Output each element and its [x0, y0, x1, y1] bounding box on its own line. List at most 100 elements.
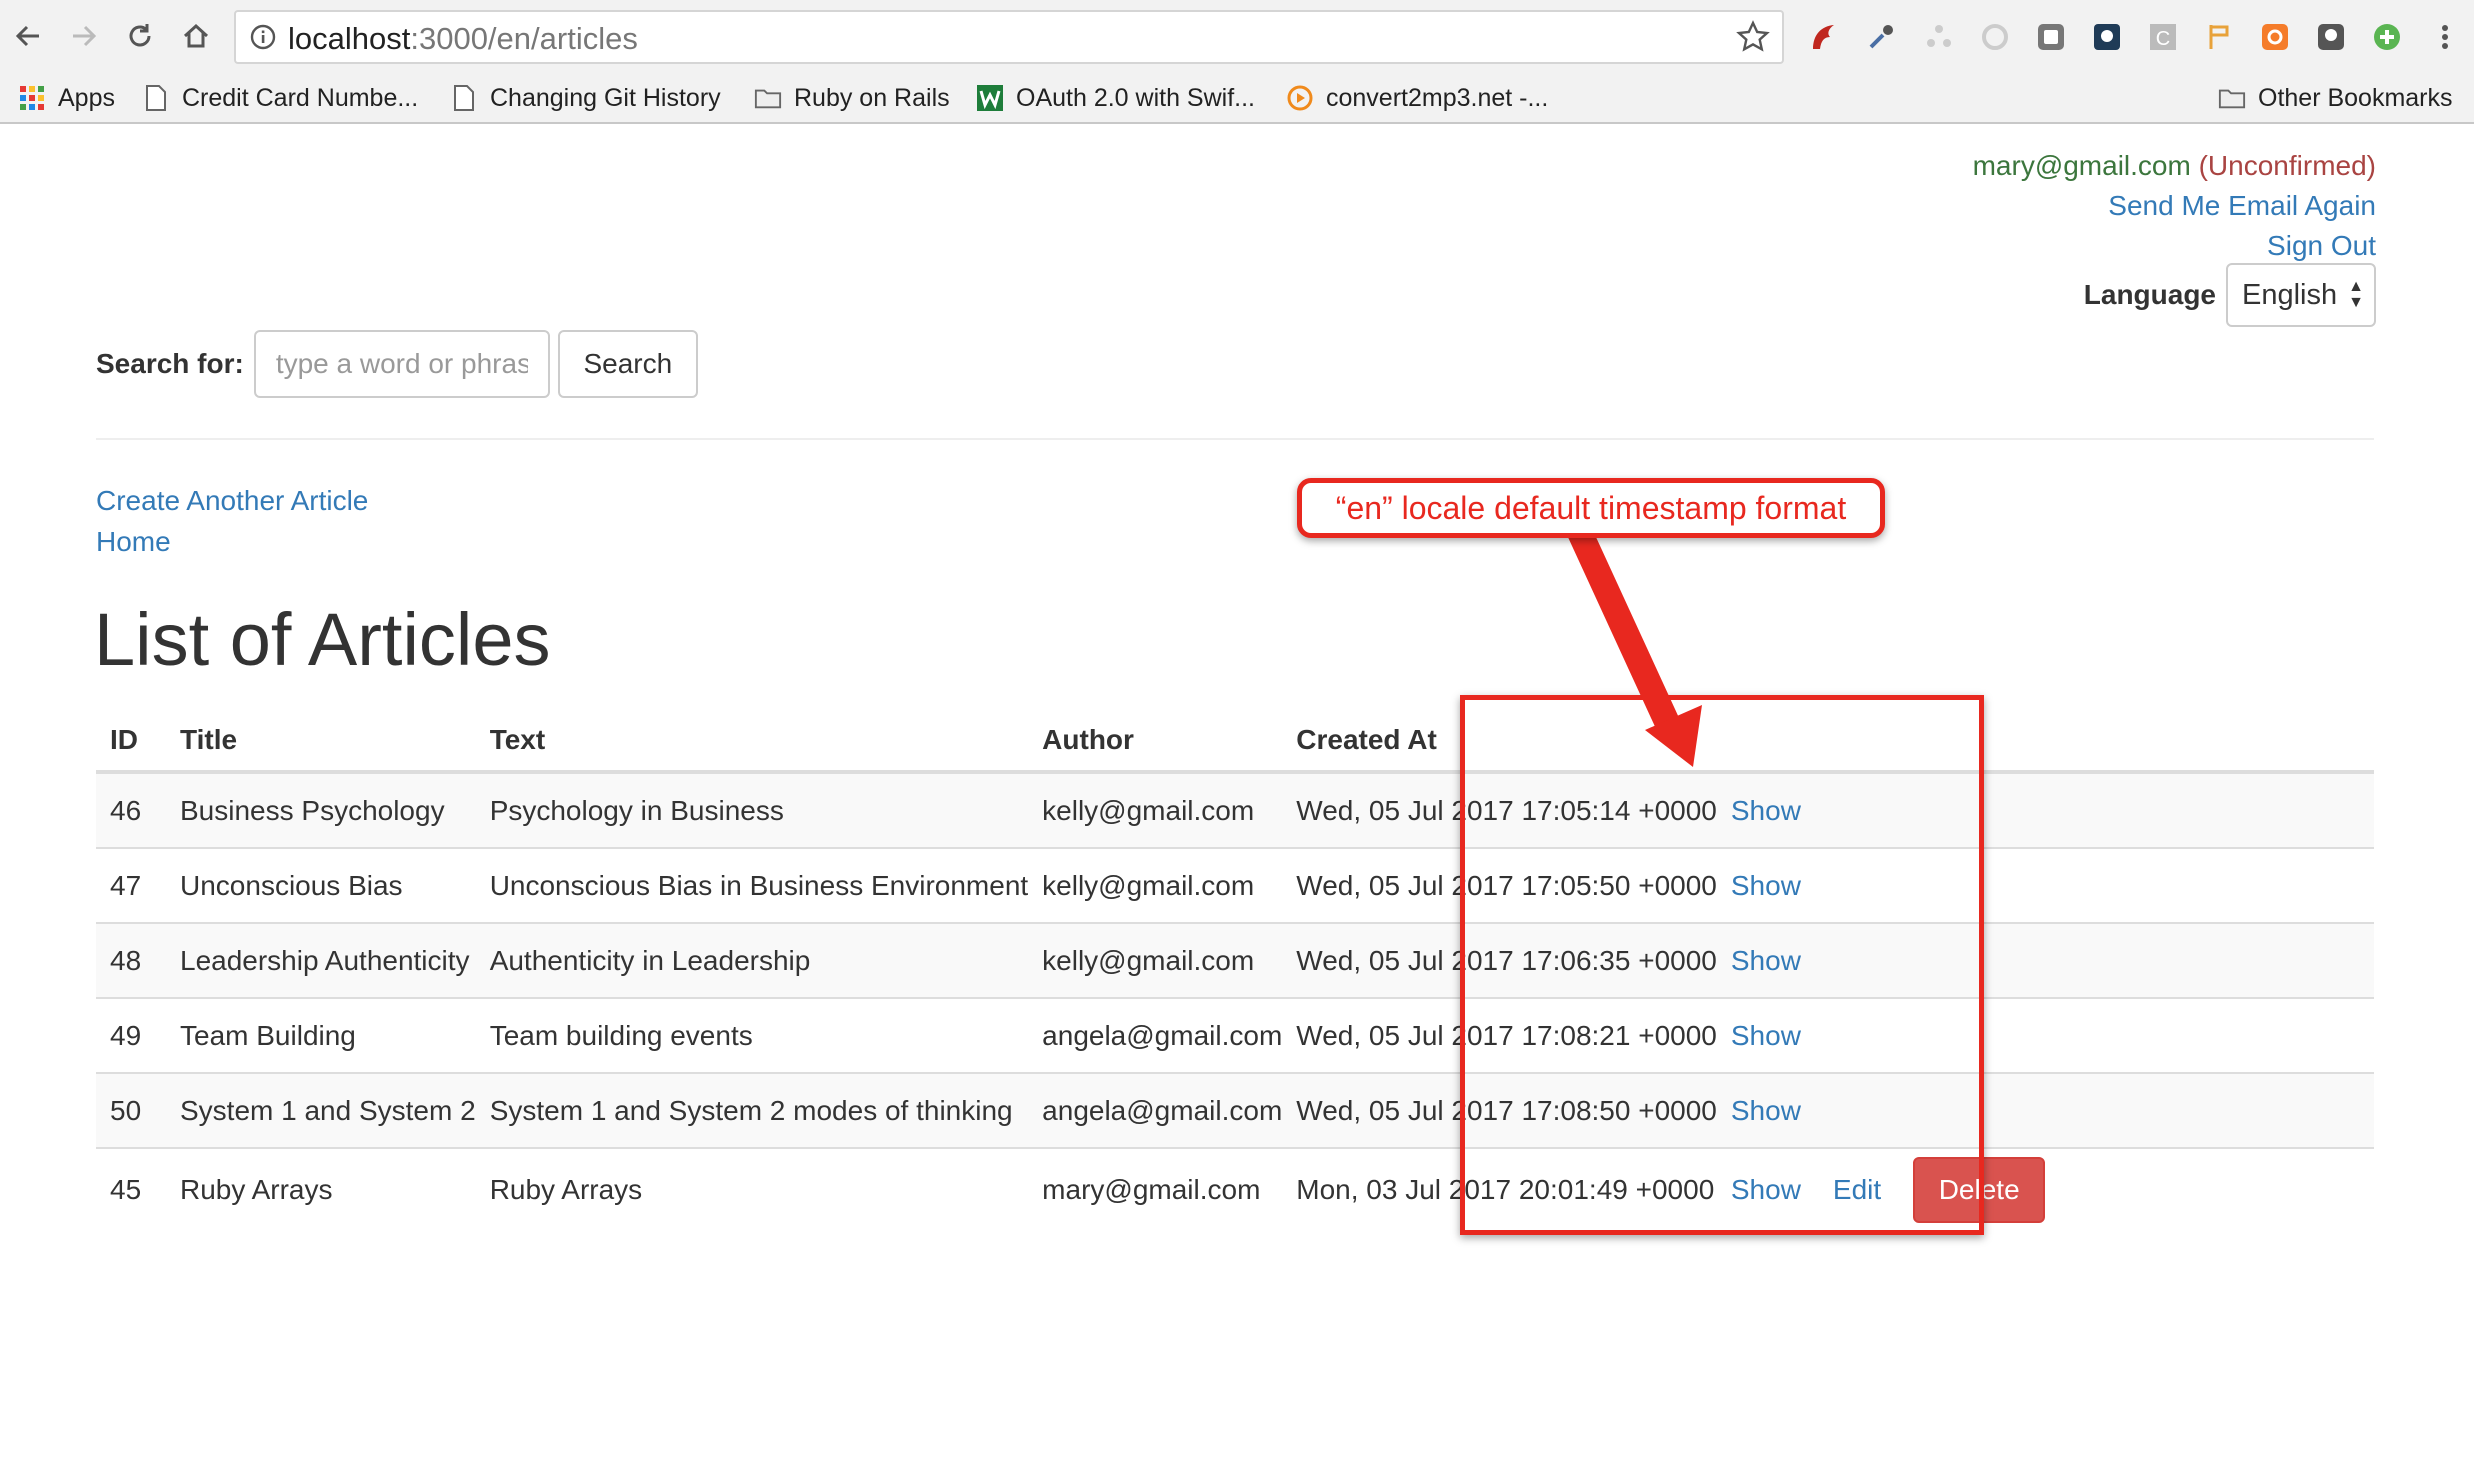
site-favicon-icon	[976, 84, 1004, 112]
search-button[interactable]: Search	[557, 330, 698, 398]
browser-menu-icon[interactable]	[2428, 20, 2462, 54]
back-arrow-icon	[15, 25, 39, 47]
home-icon	[183, 23, 209, 48]
forward-button[interactable]	[64, 16, 104, 56]
url-text: localhost:3000/en/articles	[288, 22, 638, 56]
table-row: 45 Ruby Arrays Ruby Arrays mary@gmail.co…	[96, 1147, 2374, 1231]
cell-text: Authenticity in Leadership	[475, 922, 1029, 998]
bookmark-star-icon[interactable]	[1736, 20, 1770, 54]
swirl-extension-icon[interactable]	[1978, 20, 2012, 54]
column-header-text: Text	[475, 710, 1029, 774]
cell-id: 50	[96, 1072, 166, 1148]
bookmark-label: Credit Card Numbe...	[182, 83, 419, 112]
cell-author: kelly@gmail.com	[1028, 922, 1283, 998]
cell-author: kelly@gmail.com	[1028, 847, 1283, 923]
page-icon	[450, 84, 478, 112]
bookmark-oauth[interactable]: OAuth 2.0 with Swif...	[976, 80, 1255, 116]
language-selected-value: English	[2242, 279, 2338, 311]
table-row: 50 System 1 and System 2 System 1 and Sy…	[96, 1072, 2374, 1148]
search-input[interactable]	[253, 330, 550, 398]
site-favicon-icon	[1286, 84, 1314, 112]
home-button[interactable]	[176, 16, 216, 56]
address-bar[interactable]: localhost:3000/en/articles	[234, 10, 1784, 64]
c-extension-icon[interactable]: C	[2146, 20, 2180, 54]
cell-title: Unconscious Bias	[166, 847, 476, 923]
column-header-title: Title	[166, 710, 476, 774]
info-icon[interactable]	[250, 24, 276, 50]
svg-text:C: C	[2156, 28, 2170, 50]
square-extension-icon[interactable]	[2034, 20, 2068, 54]
cell-id: 47	[96, 847, 166, 923]
reload-button[interactable]	[120, 16, 160, 56]
page-nav-links: Create Another Article Home	[96, 480, 368, 562]
folder-icon	[2218, 84, 2246, 112]
page-title: List of Articles	[94, 598, 551, 681]
cell-title: Ruby Arrays	[166, 1147, 476, 1231]
table-row: 49 Team Building Team building events an…	[96, 997, 2374, 1073]
bookmark-credit-card[interactable]: Credit Card Numbe...	[142, 80, 418, 116]
other-bookmarks[interactable]: Other Bookmarks	[2218, 80, 2453, 116]
reload-icon	[129, 24, 151, 47]
home-link[interactable]: Home	[96, 526, 171, 557]
search-label: Search for:	[96, 348, 244, 379]
gear-extension-icon[interactable]	[2258, 20, 2292, 54]
url-host: localhost	[288, 21, 411, 56]
user-panel: mary@gmail.com (Unconfirmed) Send Me Ema…	[1973, 146, 2376, 266]
cell-title: Team Building	[166, 997, 476, 1073]
user-email-line: mary@gmail.com (Unconfirmed)	[1973, 146, 2376, 186]
bookmark-git-history[interactable]: Changing Git History	[450, 80, 721, 116]
articles-table: ID Title Text Author Created At 46 Busin…	[96, 710, 2374, 1231]
cell-id: 49	[96, 997, 166, 1073]
cell-author: mary@gmail.com	[1028, 1147, 1283, 1231]
table-row: 46 Business Psychology Psychology in Bus…	[96, 771, 2374, 848]
create-article-link[interactable]: Create Another Article	[96, 485, 368, 516]
bookmark-label: OAuth 2.0 with Swif...	[1016, 83, 1255, 112]
cell-text: Team building events	[475, 997, 1029, 1073]
bookmark-ruby-on-rails[interactable]: Ruby on Rails	[754, 80, 950, 116]
cell-id: 46	[96, 771, 166, 848]
annotation-callout: “en” locale default timestamp format	[1297, 478, 1885, 538]
shield-extension-icon[interactable]	[2090, 20, 2124, 54]
cell-author: angela@gmail.com	[1028, 1072, 1283, 1148]
cell-id: 45	[96, 1147, 166, 1231]
cell-title: Business Psychology	[166, 771, 476, 848]
tree-extension-icon[interactable]	[1922, 20, 1956, 54]
bookmarks-bar: Apps Credit Card Numbe... Changing Git H…	[0, 76, 2474, 122]
send-email-again-link[interactable]: Send Me Email Again	[2108, 190, 2376, 221]
bookmark-apps[interactable]: Apps	[18, 80, 115, 116]
cell-text: Ruby Arrays	[475, 1147, 1029, 1231]
bulb-extension-icon[interactable]	[2314, 20, 2348, 54]
flag-extension-icon[interactable]	[2202, 20, 2236, 54]
divider	[96, 438, 2374, 440]
eyedropper-extension-icon[interactable]	[1864, 20, 1898, 54]
language-select[interactable]: English ▲ ▼	[2226, 263, 2376, 327]
cell-text: Unconscious Bias in Business Environment	[475, 847, 1029, 923]
bookmark-label: Ruby on Rails	[794, 83, 950, 112]
table-header-row: ID Title Text Author Created At	[96, 710, 2374, 774]
search-form: Search for: Search	[96, 330, 698, 398]
language-label: Language	[2083, 279, 2216, 310]
bookmark-convert2mp3[interactable]: convert2mp3.net -...	[1286, 80, 1548, 116]
unconfirmed-status: (Unconfirmed)	[2198, 150, 2376, 181]
cell-title: Leadership Authenticity	[166, 922, 476, 998]
cell-text: Psychology in Business	[475, 771, 1029, 848]
bookmark-label: Apps	[58, 83, 115, 112]
user-email: mary@gmail.com	[1972, 150, 2191, 181]
language-selector-row: Language English ▲ ▼	[2084, 263, 2376, 327]
bookmark-label: convert2mp3.net -...	[1326, 83, 1549, 112]
annotation-highlight-box	[1460, 695, 1984, 1235]
browser-toolbar: localhost:3000/en/articles C	[0, 0, 2474, 76]
bookmark-label: Changing Git History	[490, 83, 721, 112]
folder-icon	[754, 84, 782, 112]
back-button[interactable]	[8, 16, 48, 56]
cell-text: System 1 and System 2 modes of thinking	[475, 1072, 1029, 1148]
cell-author: kelly@gmail.com	[1028, 771, 1283, 848]
select-updown-icon: ▲ ▼	[2348, 278, 2364, 311]
bookmark-label: Other Bookmarks	[2258, 83, 2453, 112]
plus-extension-icon[interactable]	[2370, 20, 2404, 54]
browser-chrome: localhost:3000/en/articles C Apps Credit…	[0, 0, 2474, 124]
table-row: 48 Leadership Authenticity Authenticity …	[96, 922, 2374, 998]
column-header-id: ID	[96, 710, 166, 774]
sign-out-link[interactable]: Sign Out	[2267, 230, 2376, 261]
ruby-extension-icon[interactable]	[1806, 20, 1840, 54]
